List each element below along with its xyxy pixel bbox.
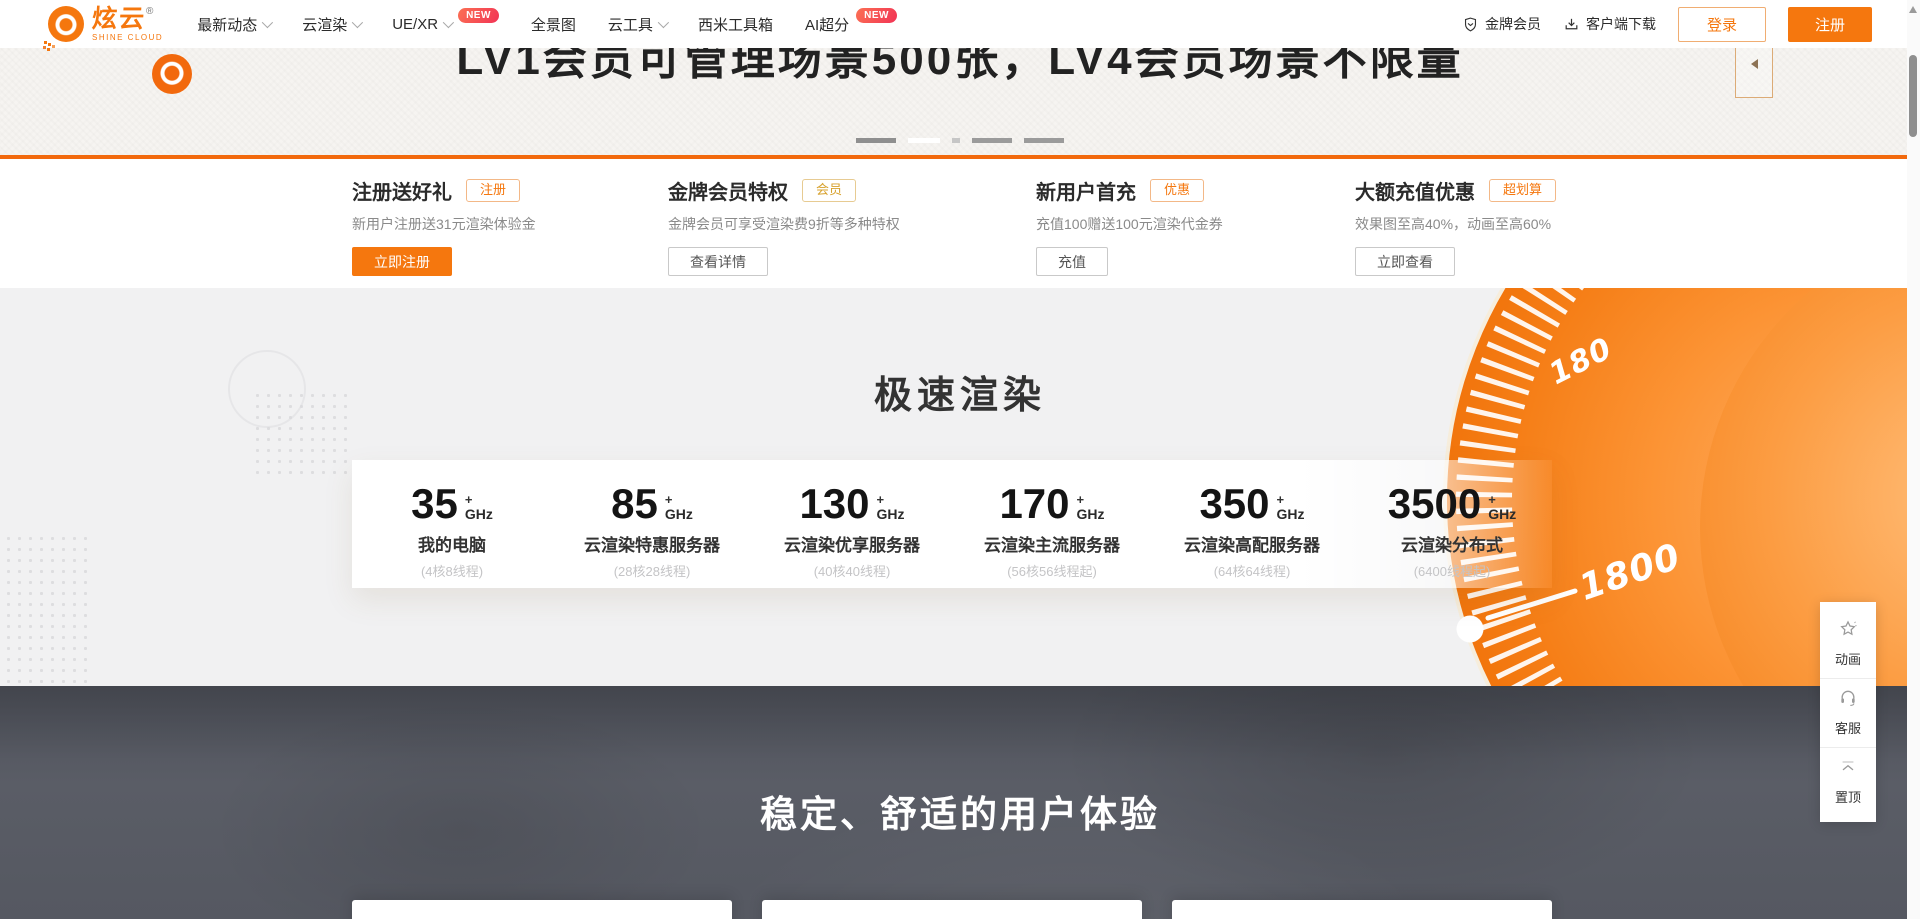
carousel-dot[interactable] (1024, 138, 1064, 143)
nav-item-cloud-render[interactable]: 云渲染 (286, 14, 376, 35)
stat-my-computer: 35 + GHz 我的电脑 (4核8线程) (411, 480, 493, 579)
promo-big-recharge: 大额充值优惠 超划算 效果图至高40%，动画至高60% 立即查看 (1355, 176, 1557, 276)
star-icon (1840, 620, 1857, 636)
nav-item-ximi-toolbox[interactable]: 西米工具箱 (682, 14, 789, 35)
carousel-dot[interactable] (972, 138, 1012, 143)
arrow-left-icon (1750, 59, 1758, 69)
promo-gold-member: 金牌会员特权 会员 金牌会员可享受渲染费9折等多种特权 查看详情 (668, 176, 900, 276)
header-actions: 金牌会员 客户端下载 登录 注册 (1462, 0, 1872, 48)
brand-subtitle: SHINE CLOUD (92, 32, 164, 42)
scrollbar-thumb[interactable] (1909, 55, 1917, 137)
speed-section-title: 极速渲染 (873, 375, 1046, 417)
decor-dots (0, 533, 92, 683)
banner-logo-icon (152, 54, 192, 94)
nav-item-panorama[interactable]: 全景图 (515, 14, 592, 35)
register-now-button[interactable]: 立即注册 (352, 247, 452, 276)
promo-desc: 新用户注册送31元渲染体验金 (352, 216, 536, 232)
carousel-dot[interactable] (952, 138, 960, 143)
floating-quick-menu: 动画 客服 置顶 (1820, 602, 1876, 822)
view-details-button[interactable]: 查看详情 (668, 247, 768, 276)
shield-member-icon (1464, 17, 1477, 32)
chevron-down-icon (442, 16, 455, 29)
promo-badge: 超划算 (1489, 179, 1557, 202)
promo-desc: 充值100赠送100元渲染代金券 (1036, 216, 1223, 232)
download-icon (1565, 18, 1578, 29)
feature-card (352, 900, 732, 919)
carousel-prev-button[interactable] (1735, 48, 1773, 98)
promo-title: 新用户首充 (1036, 182, 1136, 204)
login-button[interactable]: 登录 (1678, 6, 1766, 42)
recharge-button[interactable]: 充值 (1036, 247, 1108, 276)
stat-mainstream-server: 170 + GHz 云渲染主流服务器 (56核56线程起) (984, 480, 1120, 579)
chevron-down-icon (657, 16, 670, 29)
headset-icon (1841, 690, 1855, 706)
promo-register-gift: 注册送好礼 注册 新用户注册送31元渲染体验金 立即注册 (352, 176, 536, 276)
to-top-icon (1842, 761, 1854, 771)
logo-icon (44, 6, 84, 44)
stat-highend-server: 350 + GHz 云渲染高配服务器 (64核64线程) (1184, 480, 1320, 579)
quick-menu-back-to-top[interactable]: 置顶 (1820, 747, 1876, 816)
chevron-down-icon (261, 16, 274, 29)
promo-desc: 效果图至高40%，动画至高60% (1355, 216, 1552, 232)
promo-title: 注册送好礼 (352, 182, 452, 204)
carousel-indicators (0, 138, 1920, 143)
nav-item-ai-upscale[interactable]: AI超分 NEW (789, 7, 913, 35)
promo-first-recharge: 新用户首充 优惠 充值100赠送100元渲染代金券 充值 (1036, 176, 1223, 276)
scroll-up-arrow[interactable] (1909, 6, 1917, 13)
promo-strip: 注册送好礼 注册 新用户注册送31元渲染体验金 立即注册 金牌会员特权 会员 金… (0, 159, 1920, 288)
promo-badge: 会员 (802, 179, 857, 202)
new-badge: NEW (458, 7, 499, 23)
registered-mark: ® (146, 5, 154, 17)
promo-title: 大额充值优惠 (1355, 182, 1475, 204)
stat-budget-server: 85 + GHz 云渲染特惠服务器 (28核28线程) (584, 480, 720, 579)
quick-menu-animation[interactable]: 动画 (1820, 610, 1876, 678)
top-navbar: 炫云® SHINE CLOUD 最新动态 云渲染 UE/XR NEW 全景图 云… (0, 0, 1920, 48)
main-nav: 最新动态 云渲染 UE/XR NEW 全景图 云工具 西米工具箱 AI超分 NE… (181, 7, 913, 35)
chevron-down-icon (351, 16, 364, 29)
new-badge: NEW (856, 7, 897, 23)
carousel-dot-active[interactable] (908, 138, 940, 143)
promo-badge: 注册 (466, 179, 521, 202)
promo-desc: 金牌会员可享受渲染费9折等多种特权 (668, 216, 900, 232)
register-button[interactable]: 注册 (1788, 6, 1872, 42)
speed-section: 180 1800 极速渲染 35 + GHz 我的电脑 (4核8线程) 85 + G… (0, 288, 1920, 686)
stat-premium-server: 130 + GHz 云渲染优享服务器 (40核40线程) (784, 480, 920, 579)
promo-badge: 优惠 (1150, 179, 1205, 202)
stat-distributed: 3500 + GHz 云渲染分布式 (6400线程起) (1387, 480, 1517, 579)
carousel-dot[interactable] (856, 138, 896, 143)
gold-member-link[interactable]: 金牌会员 (1462, 14, 1541, 34)
feature-card (1172, 900, 1552, 919)
quick-menu-support[interactable]: 客服 (1820, 678, 1876, 747)
experience-section: 稳定、舒适的用户体验 (0, 686, 1920, 919)
feature-card (762, 900, 1142, 919)
nav-item-news[interactable]: 最新动态 (181, 14, 286, 35)
carousel-headline: LV1会员可管理场景500张，LV4会员场景不限量 (456, 48, 1464, 84)
page-scrollbar (1907, 0, 1920, 919)
page: 炫云® SHINE CLOUD 最新动态 云渲染 UE/XR NEW 全景图 云… (0, 0, 1920, 919)
promo-title: 金牌会员特权 (668, 182, 788, 204)
site-logo[interactable]: 炫云® SHINE CLOUD (44, 4, 164, 44)
hero-carousel: LV1会员可管理场景500张，LV4会员场景不限量 (0, 48, 1920, 159)
experience-title: 稳定、舒适的用户体验 (760, 794, 1160, 835)
view-now-button[interactable]: 立即查看 (1355, 247, 1455, 276)
brand-name: 炫云 (91, 4, 148, 33)
nav-item-ue-xr[interactable]: UE/XR NEW (376, 7, 515, 33)
client-download-link[interactable]: 客户端下载 (1563, 14, 1656, 34)
nav-item-cloud-tools[interactable]: 云工具 (592, 14, 682, 35)
speed-stats-card: 35 + GHz 我的电脑 (4核8线程) 85 + GHz 云渲染特惠服务器 (2… (352, 460, 1552, 588)
